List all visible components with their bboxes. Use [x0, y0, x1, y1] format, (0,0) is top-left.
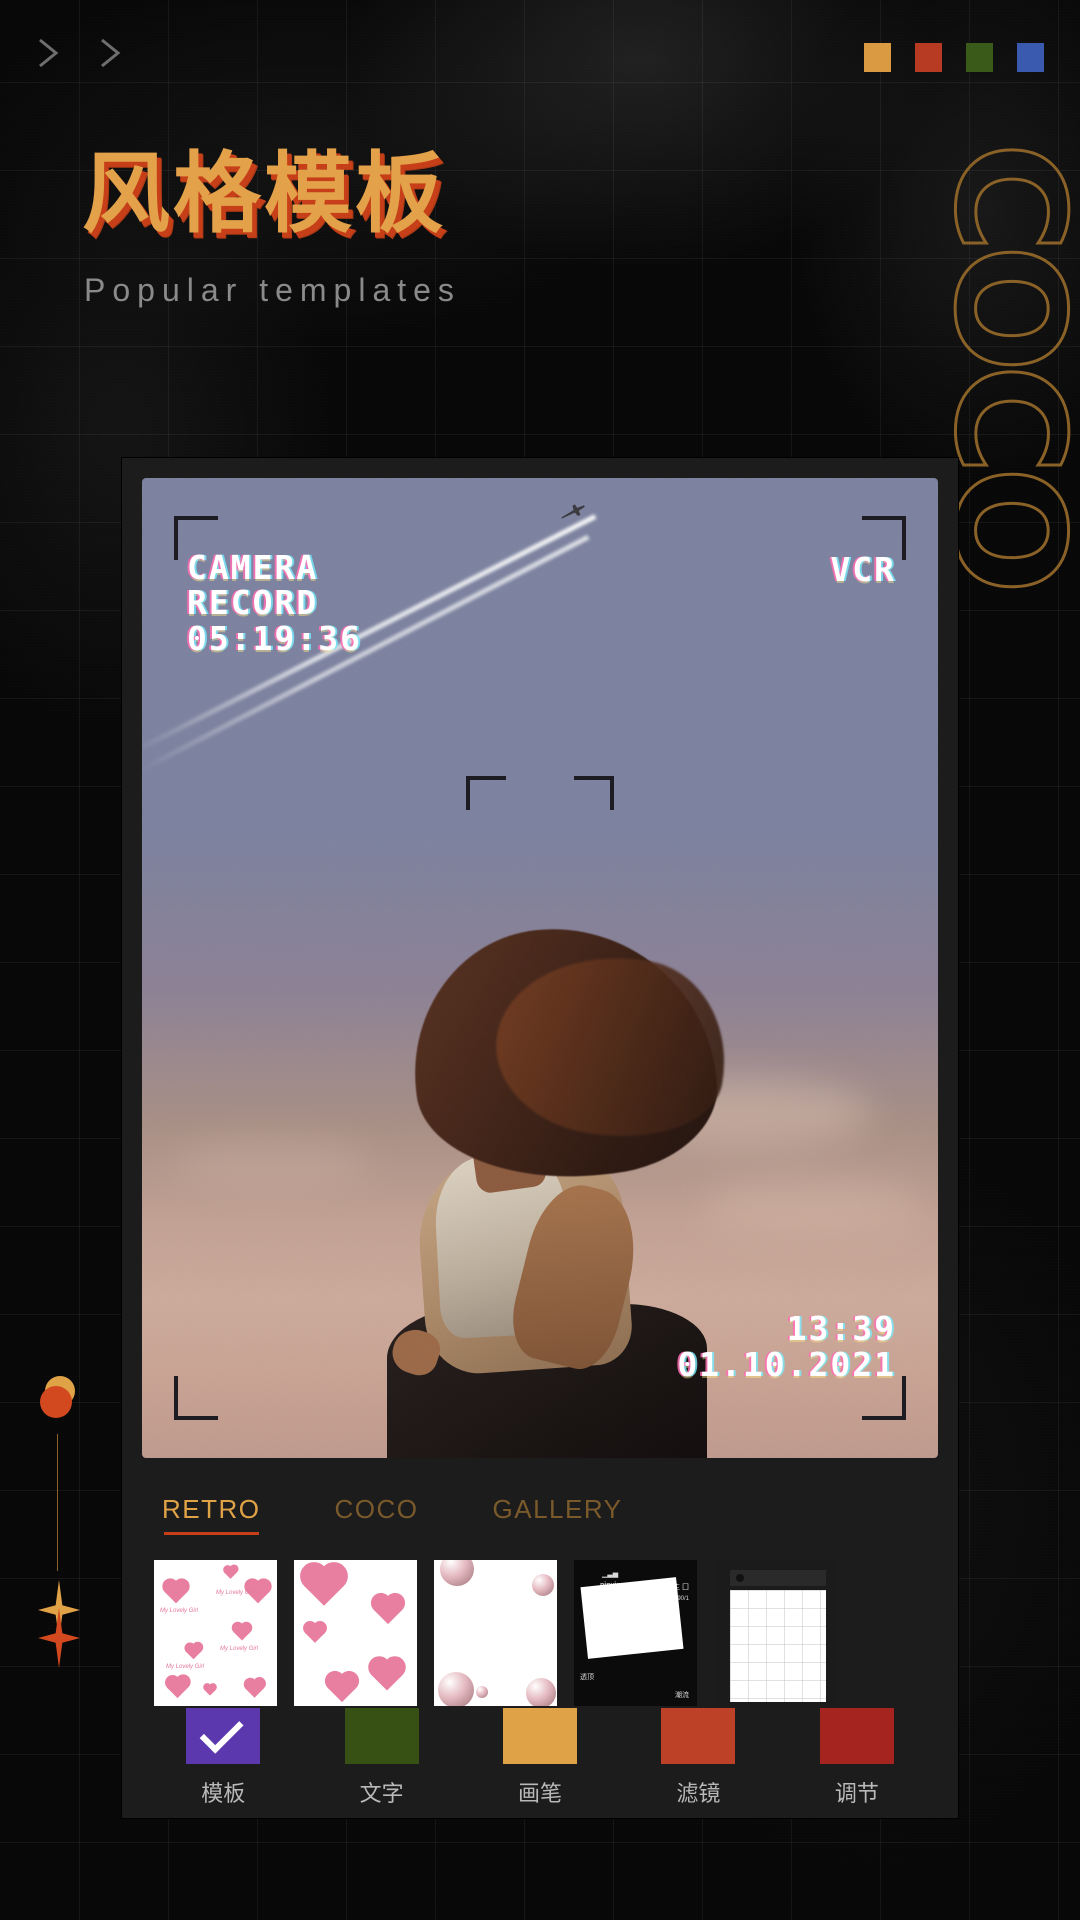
- heart-icon: [245, 1679, 264, 1698]
- tool-adjust-label: 调节: [834, 1782, 879, 1807]
- overlay-camera-label: CAMERA: [187, 548, 319, 587]
- center-bracket-left: [466, 776, 506, 810]
- thumb-phone-screen: [730, 1590, 826, 1702]
- heart-icon: [233, 1623, 251, 1641]
- thumb-left-bottom-label: 透顶: [580, 1674, 594, 1681]
- heart-icon: [371, 1659, 403, 1691]
- swatch-green[interactable]: [966, 43, 993, 72]
- thumb-caption-2: My Lovely Girl: [216, 1590, 255, 1596]
- tool-text-chip[interactable]: [344, 1708, 419, 1764]
- tool-adjust[interactable]: 调节: [778, 1708, 936, 1808]
- chevron-right-icon[interactable]: [34, 36, 64, 70]
- heart-icon: [304, 1566, 344, 1606]
- heart-icon: [373, 1595, 403, 1625]
- thumb-caption-4: My Lovely Girl: [166, 1664, 205, 1670]
- heart-icon: [305, 1623, 325, 1643]
- circle-red: [40, 1386, 72, 1418]
- heart-icon: [224, 1566, 237, 1579]
- tool-brush-chip[interactable]: [503, 1708, 578, 1764]
- tab-coco[interactable]: COCO: [335, 1494, 419, 1535]
- side-letter-0: C: [920, 141, 1080, 254]
- tool-template[interactable]: 模板: [144, 1708, 302, 1808]
- thumb-pearl-hearts[interactable]: [434, 1560, 557, 1706]
- tool-text-label: 文字: [359, 1782, 404, 1807]
- tool-adjust-chip[interactable]: [819, 1708, 894, 1764]
- check-icon: [199, 1709, 244, 1754]
- thumb-hearts-text[interactable]: My Lovely Girl My Lovely Girl My Lovely …: [154, 1560, 277, 1706]
- tab-gallery[interactable]: GALLERY: [493, 1494, 623, 1535]
- pearl-heart-icon: [532, 1574, 554, 1596]
- page-subtitle: Popular templates: [84, 272, 461, 308]
- thumb-phone-camera-icon: [736, 1574, 744, 1582]
- template-thumbnail-strip[interactable]: My Lovely Girl My Lovely Girl My Lovely …: [134, 1560, 958, 1706]
- overlay-record-label: RECORD: [187, 583, 319, 623]
- decoration-circles: [37, 1376, 83, 1422]
- thumb-phone-grid[interactable]: [714, 1560, 837, 1706]
- header-swatch-row: [864, 43, 1044, 72]
- decoration-sparkles: [30, 1580, 88, 1670]
- thumb-dark-card[interactable]: ▁▃▅ pinyin 主 囗 890/1 透顶 潮流: [574, 1560, 697, 1706]
- app-root: 风格模板 Popular templates C O C O CAMERA RE…: [0, 0, 1080, 1920]
- tool-template-label: 模板: [201, 1782, 246, 1807]
- sparkle-icon-red: [38, 1608, 80, 1668]
- thumb-phone-statusbar: [730, 1570, 826, 1586]
- swatch-blue[interactable]: [1017, 43, 1044, 72]
- swatch-amber[interactable]: [864, 43, 891, 72]
- tool-text[interactable]: 文字: [302, 1708, 460, 1808]
- page-title: 风格模板: [82, 142, 447, 245]
- header-chevrons: [34, 36, 126, 70]
- overlay-camera-block: CAMERA RECORD 05:19:36: [187, 550, 362, 656]
- frame-bracket-center: [466, 776, 614, 810]
- overlay-rec-timecode: 05:19:36: [187, 618, 362, 658]
- thumb-hearts-big[interactable]: [294, 1560, 417, 1706]
- thumb-phone-gridlines: [730, 1590, 826, 1702]
- template-tabs: RETRO COCO GALLERY: [122, 1478, 958, 1550]
- tool-template-chip[interactable]: [186, 1708, 261, 1764]
- heart-icon: [327, 1673, 357, 1703]
- decoration-line: [57, 1434, 58, 1571]
- side-letter-1: O: [920, 243, 1080, 374]
- tool-filter-label: 滤镜: [676, 1782, 721, 1807]
- editor-toolbar: 模板 文字 画笔 滤镜 调节: [122, 1700, 958, 1818]
- thumb-caption: My Lovely Girl: [160, 1608, 199, 1614]
- heart-icon: [166, 1676, 189, 1699]
- side-letter-2: C: [920, 363, 1080, 476]
- pearl-heart-icon: [440, 1560, 474, 1586]
- heart-icon: [164, 1580, 188, 1604]
- tab-retro[interactable]: RETRO: [162, 1494, 261, 1535]
- overlay-datetime-block: 13:39 01.10.2021: [677, 1311, 896, 1382]
- heart-icon: [204, 1684, 216, 1696]
- pearl-heart-icon: [476, 1686, 488, 1698]
- tool-brush[interactable]: 画笔: [461, 1708, 619, 1808]
- center-bracket-right: [574, 776, 614, 810]
- thumb-signal-icon: ▁▃▅: [602, 1571, 619, 1578]
- frame-bracket-bottom-left: [174, 1376, 218, 1420]
- side-letter-3: O: [920, 465, 1080, 596]
- swatch-red[interactable]: [915, 43, 942, 72]
- thumb-caption-3: My Lovely Girl: [220, 1646, 259, 1652]
- photo-preview[interactable]: CAMERA RECORD 05:19:36 VCR 13:39 01.10.2…: [142, 478, 938, 1458]
- heart-icon: [185, 1643, 202, 1660]
- chevron-right-icon-2[interactable]: [96, 36, 126, 70]
- thumb-right-bottom-label: 潮流: [675, 1692, 689, 1699]
- tool-filter-chip[interactable]: [661, 1708, 736, 1764]
- tool-filter[interactable]: 滤镜: [619, 1708, 777, 1808]
- overlay-mode-label: VCR: [830, 550, 896, 589]
- overlay-clock: 13:39: [786, 1309, 896, 1349]
- overlay-date: 01.10.2021: [677, 1344, 896, 1384]
- side-word-coco: C O C O: [920, 141, 1080, 596]
- tool-brush-label: 画笔: [518, 1782, 563, 1807]
- editor-panel: CAMERA RECORD 05:19:36 VCR 13:39 01.10.2…: [122, 458, 958, 1818]
- thumb-card-shape: [580, 1577, 684, 1659]
